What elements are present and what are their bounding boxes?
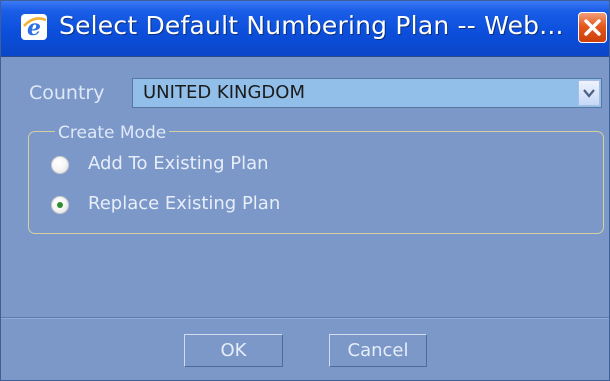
ok-button[interactable]: OK (184, 334, 283, 367)
title-bar[interactable]: e Select Default Numbering Plan -- Web..… (1, 1, 609, 57)
country-selected-value: UNITED KINGDOM (143, 82, 305, 103)
radio-selected-dot (57, 202, 63, 208)
dialog-window: e Select Default Numbering Plan -- Web..… (0, 0, 610, 381)
close-button[interactable] (578, 12, 607, 43)
radio-label: Add To Existing Plan (88, 153, 269, 174)
close-icon (584, 19, 601, 36)
country-select[interactable]: UNITED KINGDOM (132, 78, 602, 108)
create-mode-group (28, 131, 604, 234)
country-label: Country (29, 82, 105, 104)
create-mode-legend: Create Mode (55, 123, 170, 143)
window-title: Select Default Numbering Plan -- Web... (59, 11, 564, 40)
chevron-down-icon (583, 89, 595, 98)
radio-button[interactable] (51, 156, 69, 174)
dropdown-button[interactable] (578, 80, 600, 106)
footer-separator (1, 317, 609, 319)
radio-button-selected[interactable] (51, 196, 69, 214)
internet-explorer-icon: e (21, 14, 47, 41)
cancel-button[interactable]: Cancel (329, 334, 427, 367)
radio-label: Replace Existing Plan (88, 193, 281, 214)
